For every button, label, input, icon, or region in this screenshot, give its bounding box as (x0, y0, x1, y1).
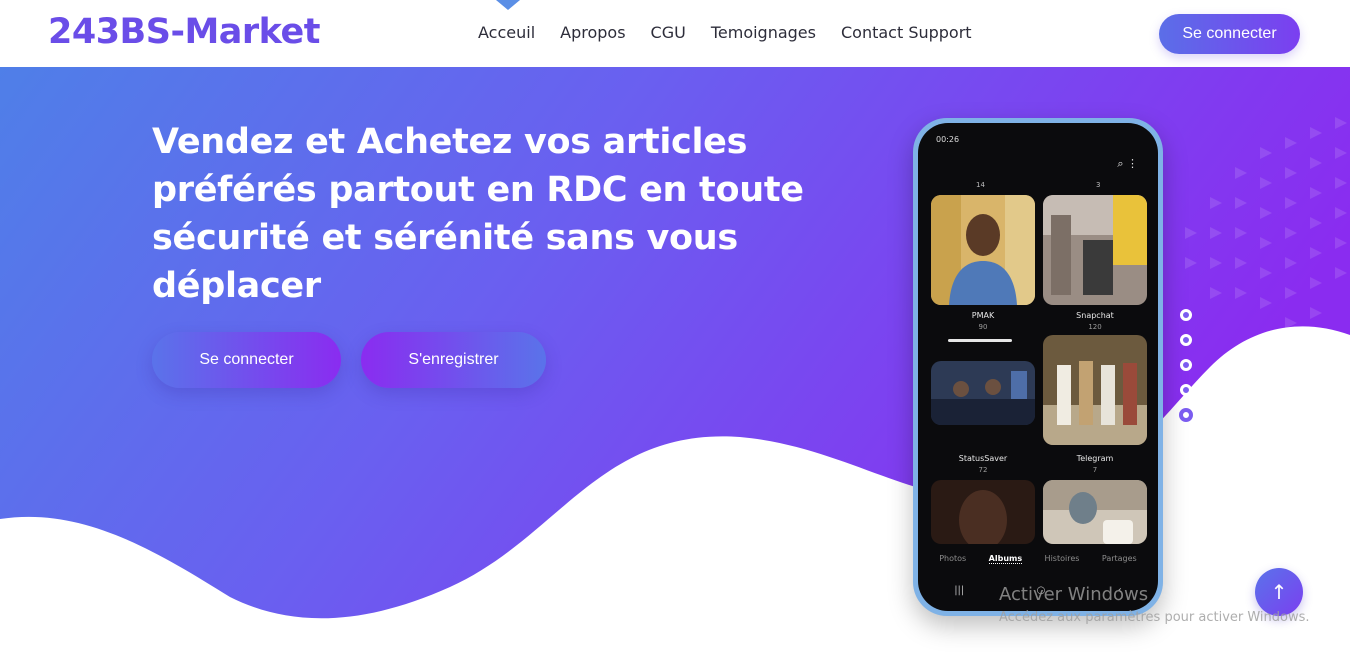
brand-logo[interactable]: 243BS-Market (48, 12, 320, 52)
arrow-up-icon: ↑ (1270, 580, 1288, 604)
phone-tab-histoires[interactable]: Histoires (1045, 554, 1080, 564)
windows-activation-title: Activer Windows (999, 584, 1149, 605)
active-nav-indicator (496, 0, 520, 10)
album-thumb-telegram[interactable] (1043, 335, 1147, 445)
landing-page: 243BS-Market Acceuil Apropos CGU Temoign… (0, 0, 1350, 661)
header-login-button[interactable]: Se connecter (1159, 14, 1300, 54)
nav-item-temoignages[interactable]: Temoignages (711, 23, 816, 42)
nav-item-cgu[interactable]: CGU (651, 23, 686, 42)
album-name-snapchat: Snapchat (1076, 311, 1114, 320)
album-thumb-pmak[interactable] (931, 195, 1035, 305)
scroll-top-button[interactable]: ↑ (1255, 568, 1303, 616)
recent-apps-icon: ||| (954, 585, 965, 596)
album-name-telegram: Telegram (1076, 454, 1114, 463)
navbar: 243BS-Market Acceuil Apropos CGU Temoign… (0, 0, 1350, 67)
phone-bottom-tabs: Photos Albums Histoires Partages (918, 554, 1158, 564)
nav-item-apropos[interactable]: Apropos (560, 23, 625, 42)
phone-screen: 00:26 ⌕ ⋮ 14 3 PMAK 90 Snapchat 120 Stat… (918, 123, 1158, 611)
phone-tab-partages[interactable]: Partages (1102, 554, 1137, 564)
slider-dot-2[interactable] (1180, 334, 1192, 346)
phone-tab-photos[interactable]: Photos (939, 554, 966, 564)
nav-item-contact-support[interactable]: Contact Support (841, 23, 972, 42)
hero-headline: Vendez et Achetez vos articles préférés … (152, 122, 804, 306)
phone-tab-albums[interactable]: Albums (988, 554, 1023, 564)
album-thumb-snapchat[interactable] (1043, 195, 1147, 305)
main-nav: Acceuil Apropos CGU Temoignages Contact … (478, 23, 997, 42)
windows-activation-subtitle: Accédez aux paramètres pour activer Wind… (999, 610, 1310, 625)
hero-connect-button[interactable]: Se connecter (152, 332, 341, 388)
phone-mockup: 00:26 ⌕ ⋮ 14 3 PMAK 90 Snapchat 120 Stat… (913, 118, 1163, 616)
slider-dot-3[interactable] (1180, 359, 1192, 371)
album-thumb-5[interactable] (1043, 480, 1147, 544)
slider-dot-1[interactable] (1180, 309, 1192, 321)
slider-dot-4[interactable] (1180, 384, 1192, 396)
album-count-statussaver: 72 (978, 466, 988, 474)
album-count-snapchat: 120 (1088, 323, 1102, 331)
album-thumb-4[interactable] (931, 480, 1035, 544)
album-name-statussaver: StatusSaver (958, 454, 1008, 463)
album-name-pmak: PMAK (971, 311, 995, 320)
album-count-telegram: 7 (1092, 466, 1098, 474)
album-count-left: 14 (976, 181, 985, 189)
album-count-pmak: 90 (978, 323, 988, 331)
hero-section: Vendez et Achetez vos articles préférés … (0, 67, 1350, 661)
search-icon: ⌕ ⋮ (1117, 157, 1138, 170)
album-thumb-statussaver[interactable] (931, 361, 1035, 425)
album-count-right: 3 (1096, 181, 1101, 189)
hero-register-button[interactable]: S'enregistrer (361, 332, 546, 388)
scroll-indicator (948, 339, 1012, 342)
phone-status-time: 00:26 (936, 135, 960, 144)
slider-dot-5[interactable] (1179, 408, 1193, 422)
nav-item-acceuil[interactable]: Acceuil (478, 23, 535, 42)
